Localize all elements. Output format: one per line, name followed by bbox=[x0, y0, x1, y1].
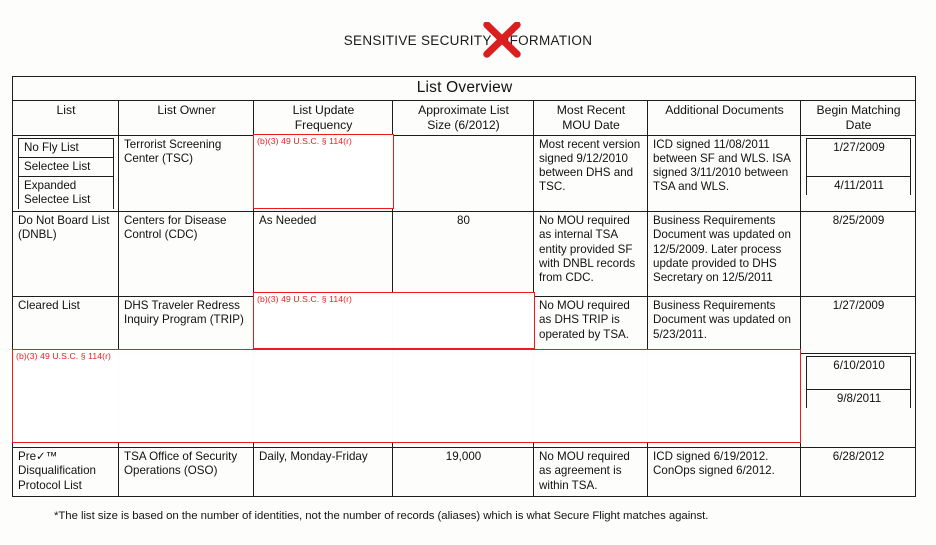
cell-update-frequency-row2: As Needed bbox=[253, 211, 393, 298]
cell-approx-size-row5: 19,000 bbox=[392, 447, 534, 498]
nested-begin-dates-row4: 6/10/2010 9/8/2011 bbox=[805, 356, 912, 409]
column-header-bmd-line2: Date bbox=[845, 117, 872, 132]
cell-list-row5: Pre✓™ Disqualification Protocol List bbox=[12, 447, 119, 498]
table-title-row: List Overview bbox=[11, 76, 917, 101]
list-name-expanded-selectee: Expanded Selectee List bbox=[18, 175, 114, 210]
column-header-mou-line1: Most Recent bbox=[556, 102, 626, 117]
list-name-precheck-line1: Pre✓™ bbox=[18, 450, 58, 464]
begin-matching-date-2: 4/11/2011 bbox=[805, 175, 912, 195]
cell-most-recent-mou-row5: No MOU required as agreement is within T… bbox=[533, 447, 648, 498]
column-header-size-line1: Approximate List bbox=[418, 102, 509, 117]
cell-list-row3: Cleared List bbox=[12, 296, 119, 355]
cell-update-frequency-row5: Daily, Monday-Friday bbox=[253, 447, 393, 498]
list-name-precheck-line2: Disqualification bbox=[18, 464, 96, 478]
classification-banner-text: SENSITIVE SECURITY INFORMATION bbox=[343, 33, 593, 48]
cell-additional-documents-row1: ICD signed 11/08/2011 between SF and WLS… bbox=[647, 134, 801, 213]
table-title: List Overview bbox=[11, 76, 917, 101]
list-overview-table-container: List Overview List List Owner List Updat… bbox=[11, 76, 917, 498]
column-header-size-line2: Size (6/2012) bbox=[427, 117, 500, 132]
cell-additional-documents-row5: ICD signed 6/19/2012. ConOps signed 6/20… bbox=[647, 447, 801, 498]
column-header-docs-line1: Additional Documents bbox=[665, 102, 784, 117]
cell-list-row1: No Fly List Selectee List Expanded Selec… bbox=[12, 134, 119, 213]
cell-begin-matching-date-row4: 6/10/2010 9/8/2011 bbox=[799, 353, 917, 449]
classification-banner: SENSITIVE SECURITY INFORMATION bbox=[0, 22, 936, 58]
nested-list-names-row1: No Fly List Selectee List Expanded Selec… bbox=[18, 137, 114, 210]
list-name-precheck-line3: Protocol List bbox=[18, 478, 82, 492]
cell-owner-row5: TSA Office of Security Operations (OSO) bbox=[118, 447, 254, 498]
cell-additional-documents-row2: Business Requirements Document was updat… bbox=[647, 211, 801, 298]
table-footnote: *The list size is based on the number of… bbox=[54, 510, 709, 522]
column-header-additional-documents: Additional Documents bbox=[647, 99, 801, 136]
cell-begin-matching-date-row3: 1/27/2009 bbox=[799, 296, 917, 355]
redaction-code-row3: (b)(3) 49 U.S.C. § 114(r) bbox=[257, 294, 352, 304]
redaction-code-row4: (b)(3) 49 U.S.C. § 114(r) bbox=[16, 351, 111, 361]
column-header-list-owner: List Owner bbox=[118, 99, 254, 136]
cell-begin-matching-date-row1: 1/27/2009 4/11/2011 bbox=[799, 134, 917, 213]
table-row: Pre✓™ Disqualification Protocol List TSA… bbox=[12, 447, 917, 498]
redaction-box-row3-frequency-size: (b)(3) 49 U.S.C. § 114(r) bbox=[253, 292, 535, 349]
column-header-approximate-list-size: Approximate List Size (6/2012) bbox=[392, 99, 534, 136]
cell-approx-size-row2: 80 bbox=[392, 211, 534, 298]
cell-owner-row2: Centers for Disease Control (CDC) bbox=[118, 211, 254, 298]
cell-begin-matching-date-row5: 6/28/2012 bbox=[799, 447, 917, 498]
begin-matching-date-1: 1/27/2009 bbox=[805, 137, 912, 177]
column-header-list-owner-line1: List Owner bbox=[157, 102, 216, 117]
cell-approx-size-row1 bbox=[392, 134, 534, 213]
begin-matching-date-4: 9/8/2011 bbox=[805, 389, 912, 409]
cell-owner-row3: DHS Traveler Redress Inquiry Program (TR… bbox=[118, 296, 254, 355]
begin-matching-date-3: 6/10/2010 bbox=[805, 356, 912, 391]
nested-begin-dates-row1: 1/27/2009 4/11/2011 bbox=[805, 137, 912, 195]
cell-additional-documents-row3: Business Requirements Document was updat… bbox=[647, 296, 801, 355]
column-header-bmd-line1: Begin Matching bbox=[816, 102, 901, 117]
cell-most-recent-mou-row1: Most recent version signed 9/12/2010 bet… bbox=[533, 134, 648, 213]
cell-most-recent-mou-row2: No MOU required as internal TSA entity p… bbox=[533, 211, 648, 298]
list-name-no-fly: No Fly List bbox=[18, 137, 114, 158]
column-header-freq-line1: List Update bbox=[292, 102, 355, 117]
cell-begin-matching-date-row2: 8/25/2009 bbox=[799, 211, 917, 298]
column-header-list-update-frequency: List Update Frequency bbox=[253, 99, 393, 136]
table-row: Do Not Board List (DNBL) Centers for Dis… bbox=[12, 211, 917, 298]
cell-most-recent-mou-row3: No MOU required as DHS TRIP is operated … bbox=[533, 296, 648, 355]
table-header-row: List List Owner List Update Frequency Ap… bbox=[12, 99, 917, 136]
column-header-freq-line2: Frequency bbox=[294, 117, 353, 132]
list-name-selectee: Selectee List bbox=[18, 156, 114, 177]
column-header-list: List bbox=[12, 99, 119, 136]
column-header-list-line1: List bbox=[56, 102, 76, 117]
table-row: No Fly List Selectee List Expanded Selec… bbox=[12, 134, 917, 213]
column-header-begin-matching-date: Begin Matching Date bbox=[799, 99, 917, 136]
redaction-box-row1-frequency-size: (b)(3) 49 U.S.C. § 114(r) bbox=[253, 134, 394, 209]
redaction-box-row4-full: (b)(3) 49 U.S.C. § 114(r) bbox=[12, 349, 801, 443]
cell-owner-row1: Terrorist Screening Center (TSC) bbox=[118, 134, 254, 213]
column-header-most-recent-mou-date: Most Recent MOU Date bbox=[533, 99, 648, 136]
redaction-code-row1: (b)(3) 49 U.S.C. § 114(r) bbox=[257, 136, 352, 146]
cell-list-row2: Do Not Board List (DNBL) bbox=[12, 211, 119, 298]
column-header-mou-line2: MOU Date bbox=[562, 117, 620, 132]
